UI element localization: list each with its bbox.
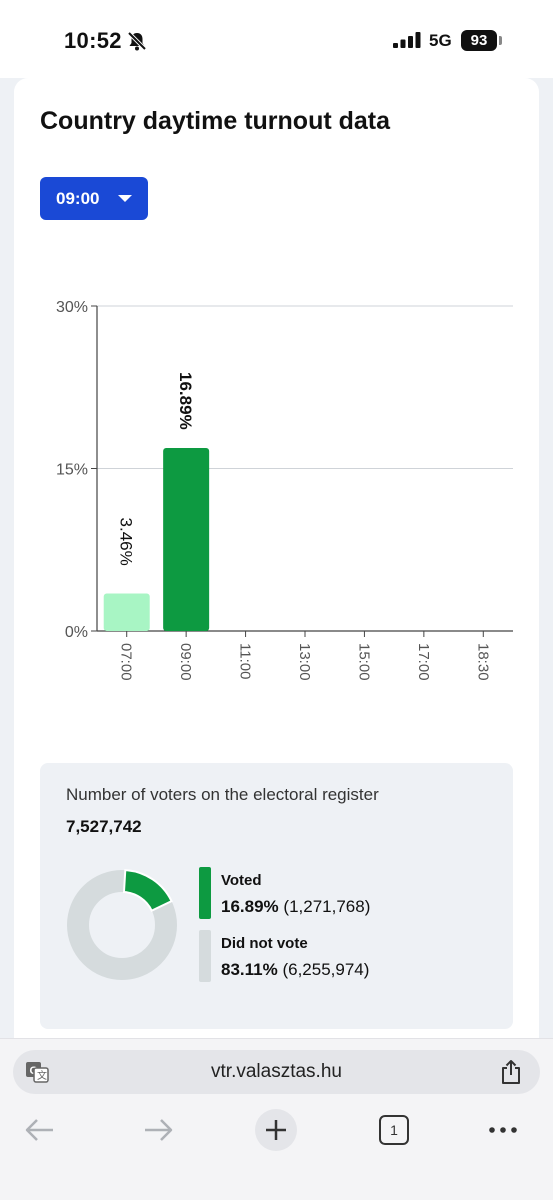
voter-summary-panel: Number of voters on the electoral regist…: [40, 763, 513, 1029]
page-title: Country daytime turnout data: [40, 107, 391, 135]
y-tick-label: 0%: [65, 624, 88, 641]
time-select-value: 09:00: [56, 189, 100, 208]
register-count: 7,527,742: [66, 817, 142, 836]
url-text: vtr.valasztas.hu: [211, 1061, 342, 1082]
x-tick-label: 17:00: [415, 643, 432, 681]
chevron-down-icon: [118, 195, 132, 202]
forward-arrow-icon[interactable]: [142, 1110, 174, 1150]
status-bar: 10:52 5G 93: [0, 0, 553, 78]
legend-count-voted: (1,271,768): [283, 897, 371, 916]
more-icon[interactable]: [487, 1110, 519, 1150]
register-label: Number of voters on the electoral regist…: [66, 785, 379, 804]
legend-percent-did-not-vote: 83.11%: [221, 960, 278, 979]
turnout-donut-chart: [67, 869, 177, 980]
battery-tip: [499, 36, 502, 45]
x-tick-label: 11:00: [237, 643, 254, 679]
data-label-0900: 16.89%: [176, 372, 195, 430]
legend-swatch-voted: [199, 867, 211, 919]
url-bar[interactable]: G 文 vtr.valasztas.hu: [13, 1050, 540, 1094]
x-tick-label: 13:00: [296, 643, 313, 681]
back-arrow-icon[interactable]: [24, 1110, 56, 1150]
legend-value-did-not-vote: 83.11% (6,255,974): [221, 960, 369, 980]
signal-icon: [393, 32, 421, 48]
status-time: 10:52: [64, 28, 122, 53]
legend-count-did-not-vote: (6,255,974): [282, 960, 370, 979]
legend-percent-voted: 16.89%: [221, 897, 279, 916]
x-tick-label: 07:00: [118, 643, 135, 681]
x-tick-label: 15:00: [355, 643, 372, 681]
y-tick-label: 30%: [56, 299, 88, 316]
legend-swatch-did-not-vote: [199, 930, 211, 982]
share-icon[interactable]: [500, 1059, 522, 1085]
bell-slash-icon: [127, 31, 147, 51]
bar-0700: [103, 593, 150, 631]
y-tick-label: 15%: [56, 462, 88, 479]
data-label-0700: 3.46%: [117, 518, 136, 566]
network-type: 5G: [429, 31, 452, 50]
battery-icon: 93: [461, 30, 497, 51]
donut-voted-segment: [122, 869, 173, 912]
x-tick-label: 09:00: [177, 643, 194, 681]
x-tick-label: 18:30: [474, 643, 491, 681]
tabs-icon[interactable]: 1: [379, 1115, 409, 1145]
bar-0900: [163, 448, 210, 631]
turnout-bar-chart: 0% 15% 30% 07:00 3.46% 09:00 16.89% 11:00 13:00 1…: [56, 299, 513, 681]
new-tab-plus-icon[interactable]: [254, 1108, 298, 1152]
legend-label-did-not-vote: Did not vote: [221, 935, 308, 952]
legend-value-voted: 16.89% (1,271,768): [221, 897, 370, 917]
tab-count: 1: [390, 1122, 398, 1138]
time-select-dropdown[interactable]: 09:00: [40, 177, 148, 220]
legend-label-voted: Voted: [221, 872, 262, 889]
